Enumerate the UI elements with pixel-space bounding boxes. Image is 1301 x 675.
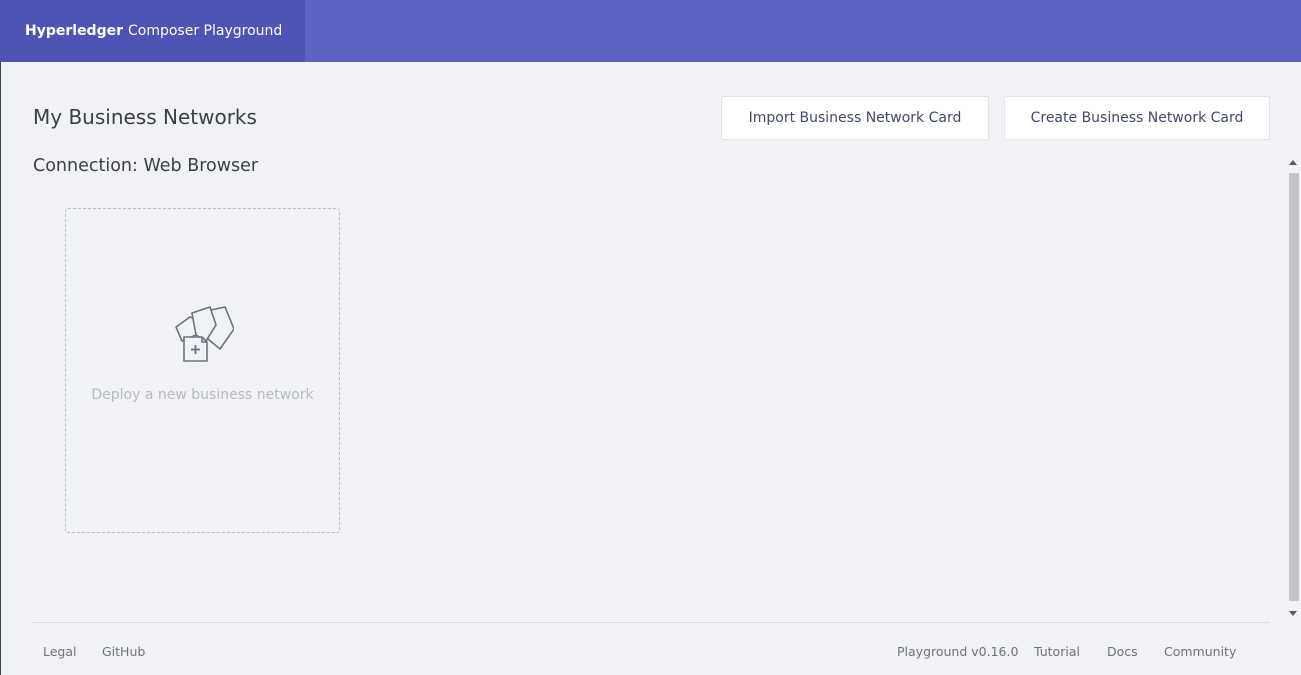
footer-divider <box>33 622 1270 623</box>
window-left-edge <box>0 62 1 675</box>
scroll-down-arrow-icon[interactable] <box>1289 611 1297 616</box>
top-navigation-bar: Hyperledger Composer Playground <box>0 0 1301 62</box>
app-brand[interactable]: Hyperledger Composer Playground <box>0 0 305 62</box>
brand-name-rest: Composer Playground <box>128 23 283 39</box>
footer-version: Playground v0.16.0 <box>897 644 1019 659</box>
create-business-network-card-button[interactable]: Create Business Network Card <box>1004 96 1270 140</box>
footer-link-tutorial[interactable]: Tutorial <box>1034 644 1080 659</box>
brand-name-bold: Hyperledger <box>25 23 123 39</box>
import-business-network-card-button[interactable]: Import Business Network Card <box>721 96 989 140</box>
deploy-card-label: Deploy a new business network <box>91 387 314 403</box>
scrollbar-thumb[interactable] <box>1289 173 1299 601</box>
footer-link-community[interactable]: Community <box>1164 644 1236 659</box>
deploy-new-network-card[interactable]: Deploy a new business network <box>65 208 340 533</box>
connection-heading: Connection: Web Browser <box>33 156 259 176</box>
footer-link-legal[interactable]: Legal <box>43 644 77 659</box>
scroll-up-arrow-icon[interactable] <box>1289 160 1297 165</box>
page-title: My Business Networks <box>33 105 257 129</box>
deploy-network-icon <box>175 306 234 362</box>
vertical-scrollbar[interactable] <box>1285 160 1301 622</box>
footer-link-github[interactable]: GitHub <box>102 644 145 659</box>
footer-link-docs[interactable]: Docs <box>1107 644 1138 659</box>
